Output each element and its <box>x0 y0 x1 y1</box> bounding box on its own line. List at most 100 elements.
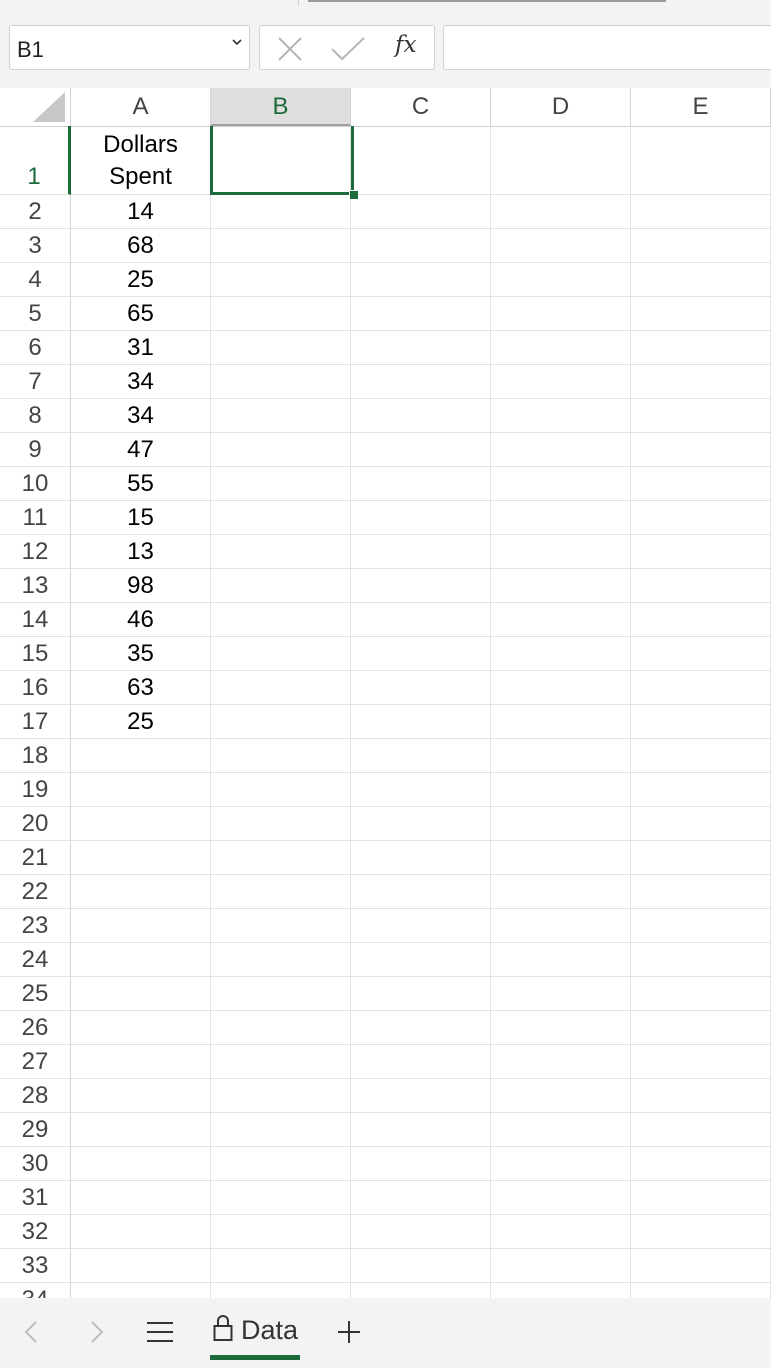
cell-a33[interactable] <box>71 1249 211 1283</box>
cell-b5[interactable] <box>211 297 351 331</box>
cell-a25[interactable] <box>71 977 211 1011</box>
cell-c26[interactable] <box>351 1011 491 1045</box>
cell-e25[interactable] <box>631 977 771 1011</box>
row-header[interactable]: 13 <box>0 569 71 603</box>
cell-b18[interactable] <box>211 739 351 773</box>
cell-b17[interactable] <box>211 705 351 739</box>
cell-b13[interactable] <box>211 569 351 603</box>
cell-a12[interactable]: 13 <box>71 535 211 569</box>
cell-e23[interactable] <box>631 909 771 943</box>
row-header[interactable]: 14 <box>0 603 71 637</box>
cell-e29[interactable] <box>631 1113 771 1147</box>
cell-d1[interactable] <box>491 126 631 195</box>
cell-e34[interactable] <box>631 1283 771 1298</box>
cell-b14[interactable] <box>211 603 351 637</box>
cell-c11[interactable] <box>351 501 491 535</box>
cell-e18[interactable] <box>631 739 771 773</box>
cell-d18[interactable] <box>491 739 631 773</box>
column-header-d[interactable]: D <box>491 88 631 126</box>
sheet-tab-data[interactable]: Data <box>210 1312 300 1360</box>
name-box[interactable]: B1 <box>9 25 250 70</box>
cell-c29[interactable] <box>351 1113 491 1147</box>
cell-b31[interactable] <box>211 1181 351 1215</box>
row-header[interactable]: 7 <box>0 365 71 399</box>
cell-a7[interactable]: 34 <box>71 365 211 399</box>
cell-a13[interactable]: 98 <box>71 569 211 603</box>
cell-e9[interactable] <box>631 433 771 467</box>
cell-c8[interactable] <box>351 399 491 433</box>
cell-a26[interactable] <box>71 1011 211 1045</box>
cell-c30[interactable] <box>351 1147 491 1181</box>
cell-e30[interactable] <box>631 1147 771 1181</box>
column-header-c[interactable]: C <box>351 88 491 126</box>
cell-a2[interactable]: 14 <box>71 195 211 229</box>
fill-handle[interactable] <box>349 190 359 200</box>
cell-b8[interactable] <box>211 399 351 433</box>
cell-e17[interactable] <box>631 705 771 739</box>
cell-c17[interactable] <box>351 705 491 739</box>
cell-e10[interactable] <box>631 467 771 501</box>
cell-d6[interactable] <box>491 331 631 365</box>
cell-d17[interactable] <box>491 705 631 739</box>
cell-e27[interactable] <box>631 1045 771 1079</box>
cell-a11[interactable]: 15 <box>71 501 211 535</box>
row-header[interactable]: 28 <box>0 1079 71 1113</box>
cell-c2[interactable] <box>351 195 491 229</box>
row-header[interactable]: 12 <box>0 535 71 569</box>
cell-a22[interactable] <box>71 875 211 909</box>
cell-b2[interactable] <box>211 195 351 229</box>
cell-c19[interactable] <box>351 773 491 807</box>
cell-d29[interactable] <box>491 1113 631 1147</box>
cell-e11[interactable] <box>631 501 771 535</box>
cell-b7[interactable] <box>211 365 351 399</box>
row-header[interactable]: 26 <box>0 1011 71 1045</box>
cell-c28[interactable] <box>351 1079 491 1113</box>
cell-c18[interactable] <box>351 739 491 773</box>
cell-c25[interactable] <box>351 977 491 1011</box>
cell-d12[interactable] <box>491 535 631 569</box>
cell-a15[interactable]: 35 <box>71 637 211 671</box>
cell-d7[interactable] <box>491 365 631 399</box>
row-header[interactable]: 33 <box>0 1249 71 1283</box>
cell-c13[interactable] <box>351 569 491 603</box>
cell-b29[interactable] <box>211 1113 351 1147</box>
cell-e2[interactable] <box>631 195 771 229</box>
cell-d8[interactable] <box>491 399 631 433</box>
row-header[interactable]: 19 <box>0 773 71 807</box>
cell-e8[interactable] <box>631 399 771 433</box>
cell-a34[interactable] <box>71 1283 211 1298</box>
cell-c3[interactable] <box>351 229 491 263</box>
cell-a21[interactable] <box>71 841 211 875</box>
cell-b12[interactable] <box>211 535 351 569</box>
cell-e22[interactable] <box>631 875 771 909</box>
cell-c14[interactable] <box>351 603 491 637</box>
cell-b25[interactable] <box>211 977 351 1011</box>
add-sheet-icon[interactable] <box>331 1314 367 1350</box>
cell-c5[interactable] <box>351 297 491 331</box>
cell-b27[interactable] <box>211 1045 351 1079</box>
cell-b10[interactable] <box>211 467 351 501</box>
row-header[interactable]: 11 <box>0 501 71 535</box>
toolbar-scroll-indicator[interactable] <box>308 0 666 2</box>
row-header[interactable]: 32 <box>0 1215 71 1249</box>
cell-b34[interactable] <box>211 1283 351 1298</box>
cell-a8[interactable]: 34 <box>71 399 211 433</box>
row-header[interactable]: 10 <box>0 467 71 501</box>
cell-a32[interactable] <box>71 1215 211 1249</box>
cell-e33[interactable] <box>631 1249 771 1283</box>
row-header[interactable]: 20 <box>0 807 71 841</box>
cell-a5[interactable]: 65 <box>71 297 211 331</box>
row-header[interactable]: 24 <box>0 943 71 977</box>
cell-b19[interactable] <box>211 773 351 807</box>
cell-c24[interactable] <box>351 943 491 977</box>
cell-b9[interactable] <box>211 433 351 467</box>
row-header[interactable]: 1 <box>0 126 71 195</box>
cell-d13[interactable] <box>491 569 631 603</box>
cell-e7[interactable] <box>631 365 771 399</box>
cell-a10[interactable]: 55 <box>71 467 211 501</box>
row-header[interactable]: 18 <box>0 739 71 773</box>
cell-e26[interactable] <box>631 1011 771 1045</box>
cell-a27[interactable] <box>71 1045 211 1079</box>
cell-c32[interactable] <box>351 1215 491 1249</box>
cell-e32[interactable] <box>631 1215 771 1249</box>
